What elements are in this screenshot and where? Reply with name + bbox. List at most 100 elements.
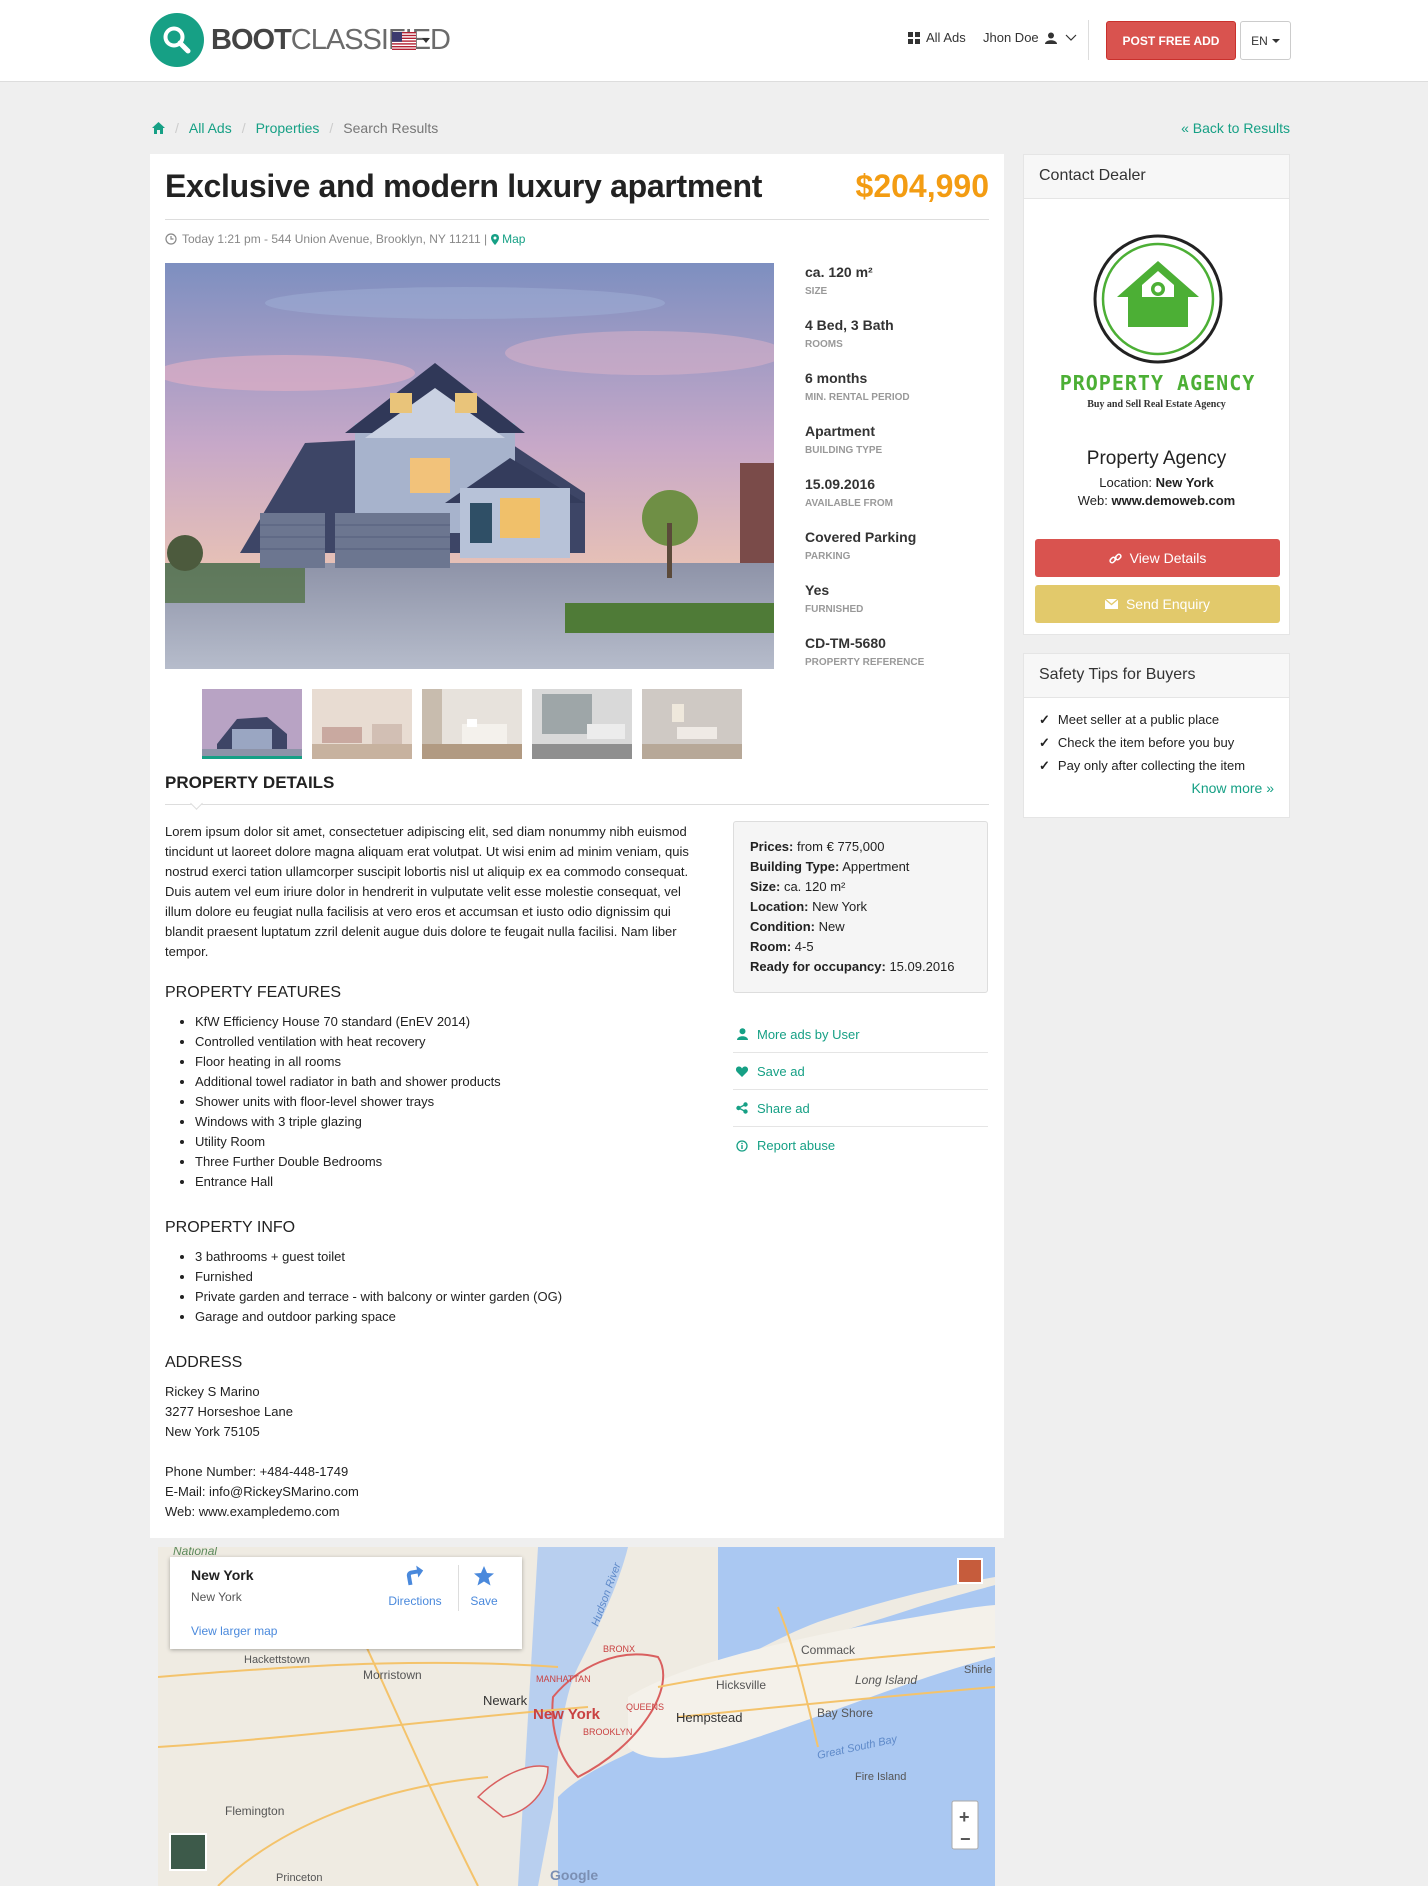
language-dropdown[interactable]: EN (1240, 21, 1291, 60)
link-icon (1108, 553, 1122, 563)
spec-item: 15.09.2016 AVAILABLE FROM (805, 476, 893, 509)
spec-item: Covered Parking PARKING (805, 529, 917, 562)
map-label: Morristown (363, 1668, 422, 1682)
divider-notch (190, 797, 203, 810)
send-enquiry-button[interactable]: Send Enquiry (1035, 585, 1280, 623)
list-item: ✓ Meet seller at a public place (1039, 708, 1274, 731)
map-place-name: New York (191, 1567, 254, 1583)
spec-item: ca. 120 m² SIZE (805, 264, 873, 297)
map-label: Hackettstown (244, 1654, 310, 1666)
map-label: BROOKLYN (583, 1727, 632, 1737)
list-item: ✓ Pay only after collecting the item (1039, 754, 1274, 777)
avatar[interactable] (957, 1558, 983, 1584)
list-item: Additional towel radiator in bath and sh… (195, 1072, 715, 1092)
view-larger-map-link[interactable]: View larger map (191, 1624, 277, 1638)
list-item: 3 bathrooms + guest toilet (195, 1247, 715, 1267)
back-to-results-link[interactable]: « Back to Results (1181, 120, 1290, 136)
map-label: MANHATTAN (536, 1674, 591, 1684)
home-icon[interactable] (152, 122, 165, 134)
spec-item: CD-TM-5680 PROPERTY REFERENCE (805, 635, 925, 668)
address-block: Rickey S Marino 3277 Horseshoe Lane New … (165, 1384, 359, 1519)
divider (165, 804, 989, 805)
thumbnail[interactable] (202, 689, 302, 759)
map-label: Princeton (276, 1872, 322, 1884)
map-label: Fire Island (855, 1771, 906, 1783)
map-link[interactable]: Map (502, 232, 525, 246)
location-map[interactable]: National Hackettstown Morristown Newark … (158, 1547, 995, 1886)
ad-actions: More ads by User Save ad Share ad Report… (733, 1016, 988, 1164)
map-label: Flemington (225, 1804, 284, 1818)
agency-web: Web: www.demoweb.com (1077, 493, 1236, 508)
thumbnail[interactable] (422, 689, 522, 759)
breadcrumb-current: Search Results (343, 120, 439, 136)
property-description: Lorem ipsum dolor sit amet, consectetuer… (165, 824, 689, 959)
list-item: Floor heating in all rooms (195, 1052, 715, 1072)
nav-user-menu[interactable]: Jhon Doe (983, 30, 1077, 45)
zoom-in-button[interactable]: + (959, 1807, 970, 1827)
top-navbar: BOOTCLASSIFIED All Ads Jhon Doe POST FRE… (0, 0, 1428, 82)
property-details-heading: PROPERTY DETAILS (165, 773, 335, 792)
map-label: Shirle (964, 1664, 992, 1676)
map-label: Long Island (855, 1673, 917, 1687)
search-icon (150, 13, 204, 67)
map-label: Commack (801, 1643, 856, 1657)
features-heading: PROPERTY FEATURES (165, 984, 342, 1001)
directions-button[interactable]: Directions (380, 1565, 450, 1608)
map-label: Hicksville (716, 1678, 766, 1692)
user-icon (735, 1028, 749, 1040)
map-label: New York (533, 1706, 601, 1723)
list-item: KfW Efficiency House 70 standard (EnEV 2… (195, 1012, 715, 1032)
google-logo: Google (550, 1867, 598, 1883)
view-details-button[interactable]: View Details (1035, 539, 1280, 577)
check-icon: ✓ (1039, 735, 1050, 750)
agency-name: Property Agency (1086, 448, 1227, 469)
save-place-button[interactable]: Save (466, 1565, 502, 1608)
listing-price: $204,990 (855, 168, 989, 204)
agency-location: Location: New York (1099, 475, 1214, 490)
list-item: Private garden and terrace - with balcon… (195, 1287, 715, 1307)
divider (165, 219, 989, 220)
check-icon: ✓ (1039, 758, 1050, 773)
listing-title: Exclusive and modern luxury apartment (165, 168, 763, 204)
thumbnail[interactable] (532, 689, 632, 759)
breadcrumb-all-ads[interactable]: All Ads (189, 120, 232, 136)
chevron-down-icon[interactable] (422, 38, 430, 43)
share-icon (735, 1102, 749, 1114)
list-item: Garage and outdoor parking space (195, 1307, 715, 1327)
thumbnail[interactable] (642, 689, 742, 759)
main-photo[interactable] (165, 263, 774, 669)
heart-icon (735, 1066, 749, 1077)
more-ads-by-user-link[interactable]: More ads by User (733, 1016, 988, 1053)
agency-logo-title: PROPERTY AGENCY (1059, 371, 1256, 395)
info-list: 3 bathrooms + guest toilet Furnished Pri… (195, 1247, 715, 1327)
safety-tips-list: ✓ Meet seller at a public place ✓ Check th… (1024, 698, 1289, 777)
chevron-down-icon (1065, 34, 1077, 41)
features-list: KfW Efficiency House 70 standard (EnEV 2… (195, 1012, 715, 1192)
map-label: Hempstead (676, 1710, 742, 1725)
map-place-card: New York New York Directions Save View l… (170, 1557, 522, 1649)
agency-tagline: Buy and Sell Real Estate Agency (1087, 399, 1226, 410)
thumbnail[interactable] (312, 689, 412, 759)
nav-all-ads[interactable]: All Ads (908, 30, 966, 45)
list-item: Utility Room (195, 1132, 715, 1152)
share-ad-link[interactable]: Share ad (733, 1090, 988, 1127)
agency-logo: PROPERTY AGENCY (1024, 199, 1289, 399)
us-flag-icon[interactable] (392, 32, 416, 50)
list-item: Entrance Hall (195, 1172, 715, 1192)
list-item: Windows with 3 triple glazing (195, 1112, 715, 1132)
post-free-ad-button[interactable]: POST FREE ADD (1106, 21, 1236, 60)
user-icon (1044, 32, 1057, 44)
save-ad-link[interactable]: Save ad (733, 1053, 988, 1090)
breadcrumb-properties[interactable]: Properties (256, 120, 320, 136)
grid-icon (908, 31, 920, 44)
info-icon (735, 1139, 749, 1152)
list-item: ✓ Check the item before you buy (1039, 731, 1274, 754)
zoom-out-button[interactable]: − (960, 1829, 971, 1849)
price-summary-box: Prices: from € 775,000 Building Type: Ap… (733, 821, 988, 993)
satellite-toggle[interactable] (169, 1833, 207, 1871)
info-heading: PROPERTY INFO (165, 1219, 296, 1236)
map-label: QUEENS (626, 1702, 664, 1712)
photo-thumbnails (202, 689, 742, 759)
know-more-link[interactable]: Know more » (1192, 780, 1274, 796)
report-abuse-link[interactable]: Report abuse (733, 1127, 988, 1164)
